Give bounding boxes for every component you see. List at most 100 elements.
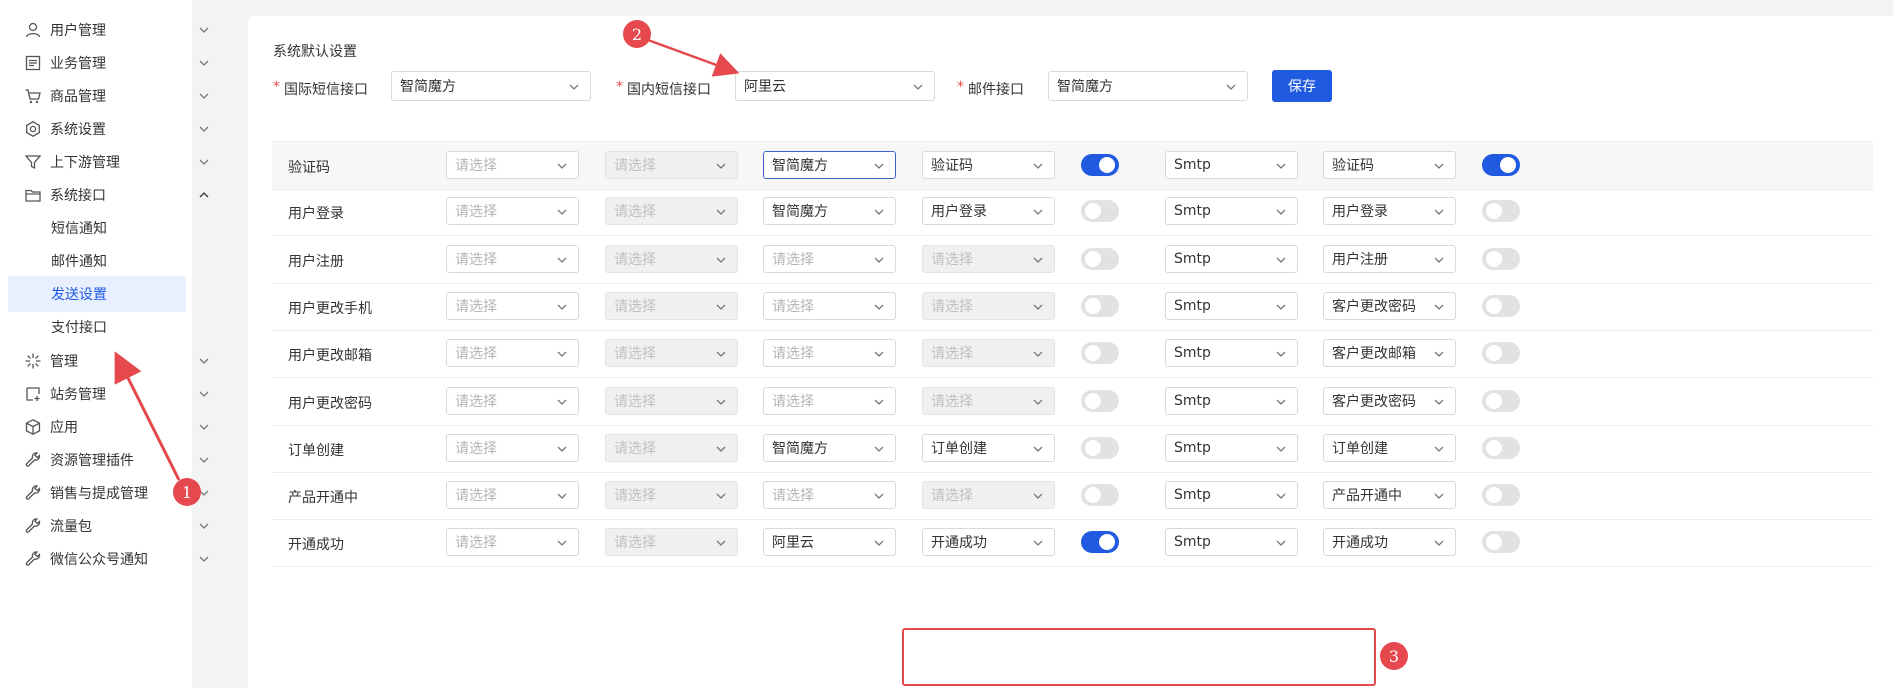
select-value: 请选择 xyxy=(772,346,814,363)
mail-enabled-toggle[interactable] xyxy=(1482,389,1520,412)
intl-tpl-select[interactable]: 请选择 xyxy=(605,291,738,320)
dom-iface-select[interactable]: 请选择 xyxy=(763,339,896,368)
chevron-down-icon xyxy=(199,457,209,463)
sidebar-item-3[interactable]: 系统设置 xyxy=(8,111,224,147)
intl-tpl-select[interactable]: 请选择 xyxy=(605,339,738,368)
intl-tpl-select[interactable]: 请选择 xyxy=(605,433,738,462)
sidebar-item-8[interactable]: 应用 xyxy=(8,409,224,445)
mail-iface-select[interactable]: Smtp xyxy=(1165,433,1298,462)
dom-iface-select[interactable]: 请选择 xyxy=(763,386,896,415)
dom-tpl-select[interactable]: 请选择 xyxy=(922,386,1055,415)
mail-enabled-toggle[interactable] xyxy=(1482,436,1520,459)
sms-enabled-toggle[interactable] xyxy=(1081,154,1119,176)
intl-tpl-select[interactable]: 请选择 xyxy=(605,151,738,179)
mail-tpl-select[interactable]: 客户更改密码 xyxy=(1323,291,1456,320)
mail-tpl-select[interactable]: 用户登录 xyxy=(1323,197,1456,226)
dom-iface-select[interactable]: 请选择 xyxy=(763,481,896,510)
sms-enabled-toggle[interactable] xyxy=(1081,484,1119,507)
sms-enabled-toggle[interactable] xyxy=(1081,342,1119,365)
sidebar-item-12[interactable]: 微信公众号通知 xyxy=(8,541,224,577)
mail-enabled-toggle[interactable] xyxy=(1482,294,1520,317)
sms-enabled-toggle[interactable] xyxy=(1081,247,1119,270)
sidebar-item-1[interactable]: 业务管理 xyxy=(8,45,224,81)
mail-tpl-select[interactable]: 产品开通中 xyxy=(1323,481,1456,510)
intl-iface-select[interactable]: 请选择 xyxy=(446,197,579,226)
mail-iface-select[interactable]: Smtp xyxy=(1165,481,1298,510)
sidebar-item-9[interactable]: 资源管理插件 xyxy=(8,442,224,478)
dom-tpl-select[interactable]: 请选择 xyxy=(922,291,1055,320)
sidebar-subitem-0[interactable]: 短信通知 xyxy=(8,210,224,246)
dom-tpl-select[interactable]: 验证码 xyxy=(922,151,1055,179)
sms-enabled-toggle[interactable] xyxy=(1081,436,1119,459)
domestic-sms-label-group: * 国内短信接口 xyxy=(616,79,711,99)
dom-tpl-select[interactable]: 用户登录 xyxy=(922,197,1055,226)
mail-enabled-toggle[interactable] xyxy=(1482,342,1520,365)
sidebar-item-4[interactable]: 上下游管理 xyxy=(8,144,224,180)
mail-iface-select[interactable]: Smtp xyxy=(1165,244,1298,273)
sidebar-item-2[interactable]: 商品管理 xyxy=(8,78,224,114)
dom-iface-select[interactable]: 阿里云 xyxy=(763,528,896,557)
mail-tpl-select[interactable]: 验证码 xyxy=(1323,151,1456,179)
dom-iface-select[interactable]: 智简魔方 xyxy=(763,433,896,462)
sidebar-item-6[interactable]: 管理 xyxy=(8,343,224,379)
dom-iface-select[interactable]: 智简魔方 xyxy=(763,151,896,179)
sms-enabled-toggle[interactable] xyxy=(1081,200,1119,223)
dom-iface-select[interactable]: 请选择 xyxy=(763,291,896,320)
dom-tpl-select[interactable]: 请选择 xyxy=(922,244,1055,273)
intl-tpl-select[interactable]: 请选择 xyxy=(605,481,738,510)
mail-iface-select[interactable]: Smtp xyxy=(1165,528,1298,557)
intl-iface-select[interactable]: 请选择 xyxy=(446,386,579,415)
sidebar-subitem-1[interactable]: 邮件通知 xyxy=(8,243,224,279)
sidebar-subitem-2[interactable]: 发送设置 xyxy=(8,276,186,312)
sms-enabled-toggle[interactable] xyxy=(1081,389,1119,412)
intl-iface-select[interactable]: 请选择 xyxy=(446,244,579,273)
intl-sms-select[interactable]: 智简魔方 xyxy=(391,71,591,101)
dom-iface-select[interactable]: 智简魔方 xyxy=(763,197,896,226)
sidebar-item-0[interactable]: 用户管理 xyxy=(8,12,224,48)
chevron-down-icon xyxy=(557,493,567,500)
mail-tpl-select[interactable]: 开通成功 xyxy=(1323,528,1456,557)
mail-enabled-toggle[interactable] xyxy=(1482,154,1520,176)
mail-iface-select[interactable]: Smtp xyxy=(1165,291,1298,320)
domestic-sms-select[interactable]: 阿里云 xyxy=(735,71,935,101)
mail-tpl-select[interactable]: 用户注册 xyxy=(1323,244,1456,273)
mail-iface-select[interactable]: Smtp xyxy=(1165,151,1298,179)
mail-enabled-toggle[interactable] xyxy=(1482,531,1520,554)
sidebar-subitem-3[interactable]: 支付接口 xyxy=(8,309,224,345)
dom-tpl-select[interactable]: 请选择 xyxy=(922,339,1055,368)
intl-iface-select[interactable]: 请选择 xyxy=(446,339,579,368)
sidebar-item-11[interactable]: 流量包 xyxy=(8,508,224,544)
mail-enabled-toggle[interactable] xyxy=(1482,484,1520,507)
intl-iface-select[interactable]: 请选择 xyxy=(446,291,579,320)
intl-sms-value: 智简魔方 xyxy=(400,79,456,95)
sidebar-item-5[interactable]: 系统接口 xyxy=(8,177,224,213)
dom-iface-select[interactable]: 请选择 xyxy=(763,244,896,273)
chevron-down-icon xyxy=(1033,257,1043,263)
sms-enabled-toggle[interactable] xyxy=(1081,294,1119,317)
sidebar-subitem-label: 邮件通知 xyxy=(51,254,107,270)
mail-tpl-select[interactable]: 客户更改密码 xyxy=(1323,386,1456,415)
intl-iface-select[interactable]: 请选择 xyxy=(446,481,579,510)
intl-tpl-select[interactable]: 请选择 xyxy=(605,528,738,557)
intl-tpl-select[interactable]: 请选择 xyxy=(605,197,738,226)
intl-iface-select[interactable]: 请选择 xyxy=(446,151,579,179)
mail-enabled-toggle[interactable] xyxy=(1482,200,1520,223)
mail-tpl-select[interactable]: 客户更改邮箱 xyxy=(1323,339,1456,368)
select-value: Smtp xyxy=(1174,250,1211,267)
mail-tpl-select[interactable]: 订单创建 xyxy=(1323,433,1456,462)
intl-iface-select[interactable]: 请选择 xyxy=(446,433,579,462)
mail-iface-select[interactable]: Smtp xyxy=(1165,197,1298,226)
intl-iface-select[interactable]: 请选择 xyxy=(446,528,579,557)
intl-tpl-select[interactable]: 请选择 xyxy=(605,386,738,415)
mail-enabled-toggle[interactable] xyxy=(1482,247,1520,270)
sms-enabled-toggle[interactable] xyxy=(1081,531,1119,554)
sidebar-item-7[interactable]: 站务管理 xyxy=(8,376,224,412)
dom-tpl-select[interactable]: 开通成功 xyxy=(922,528,1055,557)
intl-tpl-select[interactable]: 请选择 xyxy=(605,244,738,273)
email-select[interactable]: 智简魔方 xyxy=(1048,71,1248,101)
save-button[interactable]: 保存 xyxy=(1272,70,1332,102)
mail-iface-select[interactable]: Smtp xyxy=(1165,339,1298,368)
dom-tpl-select[interactable]: 订单创建 xyxy=(922,433,1055,462)
mail-iface-select[interactable]: Smtp xyxy=(1165,386,1298,415)
dom-tpl-select[interactable]: 请选择 xyxy=(922,481,1055,510)
